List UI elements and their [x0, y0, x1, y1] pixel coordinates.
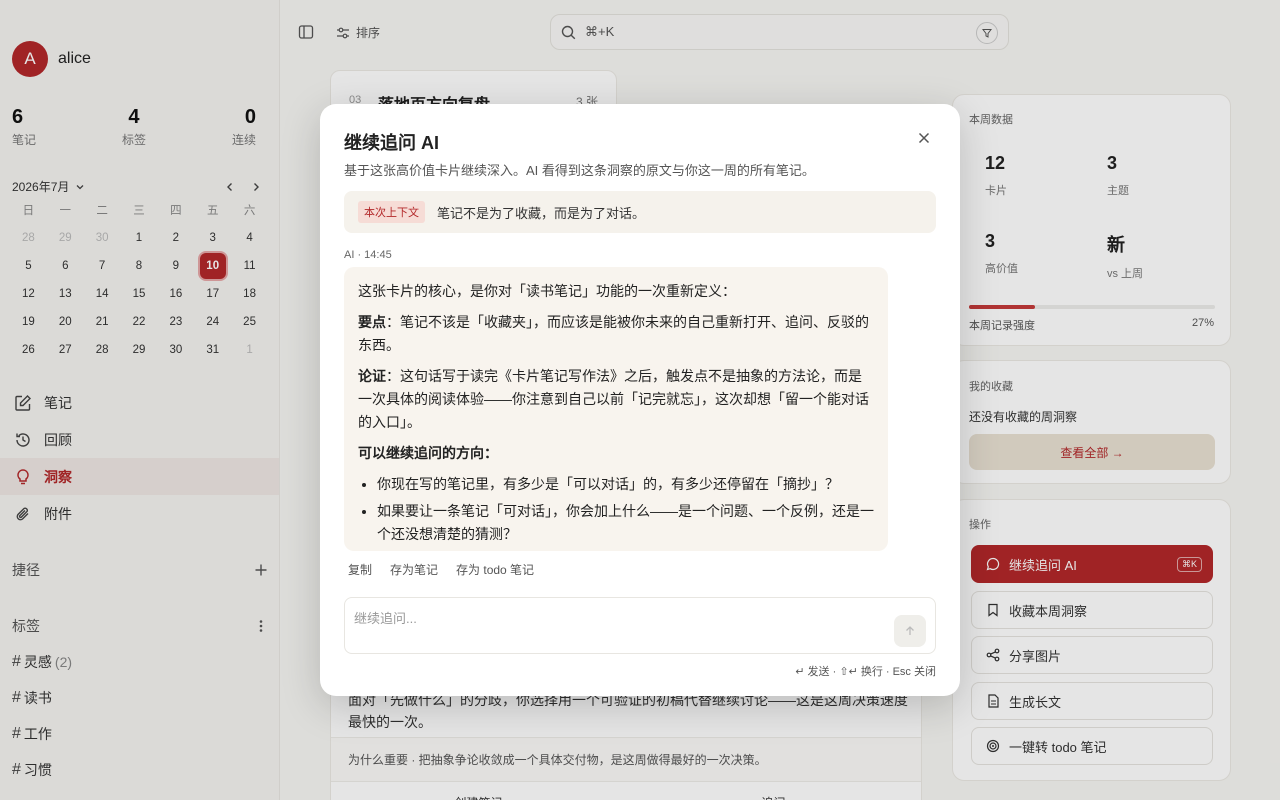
message-evidence: 论证：这句话写于读完《卡片笔记写作法》之后，触发点不是抽象的方法论，而是一次具体… — [358, 368, 869, 430]
directions-list: 你现在写的笔记里，有多少是「可以对话」的，有多少还停留在「摘抄」？ 如果要让一条… — [358, 473, 874, 546]
list-item: 如果要让一条笔记「可对话」，你会加上什么——是一个问题、一个反例，还是一个还没想… — [377, 500, 874, 546]
dialog-subtitle: 基于这张高价值卡片继续深入。AI 看得到这条洞察的原文与你这一周的所有笔记。 — [344, 163, 815, 178]
save-as-todo-button[interactable]: 存为 todo 笔记 — [456, 561, 534, 578]
ai-message: 这张卡片的核心，是你对「读书笔记」功能的一次重新定义： 要点：笔记不该是「收藏夹… — [344, 267, 888, 551]
follow-up-input-box — [344, 597, 936, 654]
arrow-up-icon — [906, 626, 914, 635]
context-badge: 本次上下文 — [358, 201, 425, 223]
message-point: 要点：笔记不该是「收藏夹」，而应该是能被你未来的自己重新打开、追问、反驳的东西。 — [358, 314, 869, 353]
message-intro: 这张卡片的核心，是你对「读书笔记」功能的一次重新定义： — [358, 283, 736, 299]
ask-ai-dialog: 继续追问 AI 基于这张高价值卡片继续深入。AI 看得到这条洞察的原文与你这一周… — [320, 104, 960, 696]
follow-up-input[interactable] — [345, 598, 885, 653]
send-button[interactable] — [894, 615, 926, 647]
context-box: 本次上下文 笔记不是为了收藏，而是为了对话。 — [344, 191, 936, 233]
keyboard-hint: ↵ 发送 · ⇧↵ 换行 · Esc 关闭 — [795, 666, 936, 678]
message-actions: 复制 存为笔记 存为 todo 笔记 — [348, 561, 534, 578]
list-item: 你现在写的笔记里，有多少是「可以对话」的，有多少还停留在「摘抄」？ — [377, 473, 874, 496]
dialog-title: 继续追问 AI — [344, 133, 440, 153]
close-icon[interactable] — [916, 130, 932, 146]
context-text: 笔记不是为了收藏，而是为了对话。 — [437, 205, 646, 221]
save-as-note-button[interactable]: 存为笔记 — [390, 561, 438, 578]
message-meta: AI · 14:45 — [344, 249, 392, 261]
message-directions-heading: 可以继续追问的方向： — [358, 445, 498, 461]
copy-button[interactable]: 复制 — [348, 561, 372, 578]
